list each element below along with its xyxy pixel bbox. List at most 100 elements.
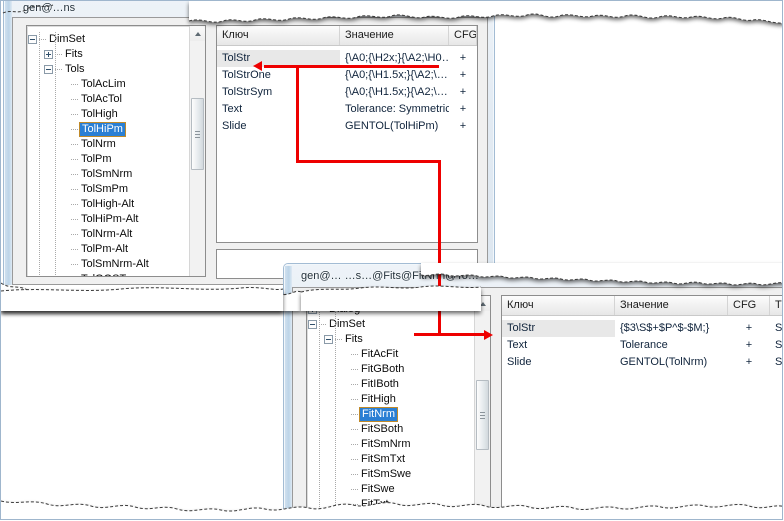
tree-item[interactable]: Tols [27,62,205,77]
tree-item-label: TolNrm [81,138,116,150]
cell-cfg[interactable]: + [449,67,477,84]
tree-item-label: TolSmNrm [81,168,133,180]
cell-cfg[interactable]: + [449,50,477,67]
tree-connector-line [71,234,79,235]
cell-cfg[interactable]: + [449,101,477,118]
scroll-up-arrow-icon[interactable] [190,26,205,41]
table-row[interactable]: TolStr{$3\S$+$P^$-$M;}+Str [502,320,782,337]
cell-type[interactable]: Str [770,320,782,337]
expand-plus-icon[interactable] [44,50,53,59]
upper-window: gen@…ns DimSet Fits Tols TolAcLim TolAcTol To… [3,1,495,285]
column-header-3[interactable]: CFG [728,296,770,315]
cell-cfg[interactable]: + [728,337,770,354]
cell-value[interactable]: {\A0;{\H1.5x;}{\A2;\… [340,84,449,101]
cell-key[interactable]: Slide [502,354,615,371]
cell-key[interactable]: Slide [217,118,340,135]
tree-connector-line [71,264,79,265]
tree-item[interactable]: TolPm [27,152,205,167]
grid-body: TolStr {\A0;{\H2x;}{\A2;\H0… + TolStrOne {\A… [217,46,477,135]
cell-cfg[interactable]: + [449,84,477,101]
tree-item[interactable]: TolAcTol [27,92,205,107]
lower-tree[interactable]: Dialog DimSet Fits FitAcFit FitGBoth FitIBoth… [307,296,490,519]
tree-connector-line [71,204,79,205]
expand-plus-icon[interactable] [308,305,317,314]
column-header-1[interactable]: Ключ [217,26,340,45]
tree-item[interactable]: DimSet [27,32,205,47]
cell-cfg[interactable]: + [449,118,477,135]
collapse-minus-icon[interactable] [308,320,317,329]
scroll-up-arrow-icon[interactable] [475,296,490,311]
cell-key-selected[interactable]: TolStr [502,320,615,337]
lower-tree-panel[interactable]: Dialog DimSet Fits FitAcFit FitGBoth FitIBoth… [306,295,491,519]
tree-connector-line [351,354,359,355]
tree-item-label: TolSmNrm-Alt [81,258,149,270]
column-header-2[interactable]: Значение [340,26,449,45]
cell-key[interactable]: TolStrSym [217,84,340,101]
column-header-1[interactable]: Ключ [502,296,615,315]
cell-type[interactable]: Str [770,337,782,354]
lower-window: gen@… …s…@Fits@FitNrm@To… Dialog DimSet Fi… [283,263,782,519]
cell-value[interactable]: GENTOL(TolNrm) [615,354,728,371]
tree-connector-line [71,114,79,115]
cell-cfg[interactable]: + [728,354,770,371]
table-row[interactable]: TextTolerance: Symmetric…+ [217,101,477,118]
column-header-3[interactable]: CFG [449,26,477,45]
tree-item[interactable]: TolSmPm [27,182,205,197]
upper-window-client: DimSet Fits Tols TolAcLim TolAcTol TolHigh Tol… [12,17,488,285]
tree-connector-line [71,249,79,250]
tree-item-label: TolHigh [81,108,118,120]
tree-item[interactable]: TolSmNrm-Alt [27,257,205,272]
tree-item-label: FitNrm [359,407,398,422]
grid-header-row: КлючЗначениеCFGTY [502,296,782,316]
lower-grid[interactable]: КлючЗначениеCFGTY TolStr{$3\S$+$P^$-$M;}+… [502,296,782,519]
cell-value[interactable]: Tolerance: Symmetric… [340,101,449,118]
lower-window-client: Dialog DimSet Fits FitAcFit FitGBoth FitIBoth… [292,287,782,519]
tree-item[interactable]: TolNrm [27,137,205,152]
tree-item-label: TolHiPm-Alt [81,213,139,225]
cell-value[interactable]: GENTOL(TolHiPm) [340,118,449,135]
tree-item[interactable]: TolHigh-Alt [27,197,205,212]
column-header-4[interactable]: TY [770,296,782,315]
table-row[interactable]: TextTolerance+Str [502,337,782,354]
lower-window-title: gen@… …s…@Fits@FitNrm@To… [301,270,479,282]
upper-tree-scrollbar[interactable] [189,26,205,276]
cell-key[interactable]: TolStrOne [217,67,340,84]
tree-connector-line [351,429,359,430]
tree-item[interactable]: TolNrm-Alt [27,227,205,242]
cell-key[interactable]: Text [502,337,615,354]
tree-item[interactable]: TolSmNrm [27,167,205,182]
tree-connector-line [71,189,79,190]
tree-item[interactable]: TolAcLim [27,77,205,92]
cell-value[interactable]: {$3\S$+$P^$-$M;} [615,320,728,337]
torn-edge-upper-bottom [1,283,301,311]
cell-key[interactable]: Text [217,101,340,118]
tree-guide-line [55,32,56,276]
upper-tree-scroll-thumb[interactable] [191,98,204,170]
tree-item[interactable]: TolPm-Alt [27,242,205,257]
tree-item[interactable]: TolHigh [27,107,205,122]
tree-item-selected[interactable]: TolHiPm [27,122,205,137]
tree-item-label: FitSBoth [361,423,404,435]
table-row[interactable]: TolStrSym {\A0;{\H1.5x;}{\A2;\… + [217,84,477,101]
lower-grid-panel[interactable]: КлючЗначениеCFGTY TolStr{$3\S$+$P^$-$M;}+… [501,295,782,519]
collapse-minus-icon[interactable] [324,335,333,344]
cell-value[interactable]: {\A0;{\H1.5x;}{\A2;\… [340,67,449,84]
cell-cfg[interactable]: + [728,320,770,337]
tree-connector-line [351,504,359,505]
connector-segment-h2 [296,160,441,163]
tree-item-label: Tols [65,63,85,75]
tree-connector-line [319,309,327,310]
cell-value[interactable]: Tolerance [615,337,728,354]
upper-tree[interactable]: DimSet Fits Tols TolAcLim TolAcTol TolHigh Tol… [27,26,205,276]
cell-type[interactable]: Str [770,354,782,371]
upper-tree-panel[interactable]: DimSet Fits Tols TolAcLim TolAcTol TolHigh Tol… [26,25,206,277]
collapse-minus-icon[interactable] [44,65,53,74]
table-row[interactable]: SlideGENTOL(TolNrm)+Str [502,354,782,371]
tree-item[interactable]: TolGOST [27,272,205,276]
collapse-minus-icon[interactable] [28,35,37,44]
tree-item[interactable]: Fits [27,47,205,62]
tree-item[interactable]: TolHiPm-Alt [27,212,205,227]
lower-tree-scroll-thumb[interactable] [476,380,489,450]
table-row[interactable]: Slide GENTOL(TolHiPm) + [217,118,477,135]
column-header-2[interactable]: Значение [615,296,728,315]
